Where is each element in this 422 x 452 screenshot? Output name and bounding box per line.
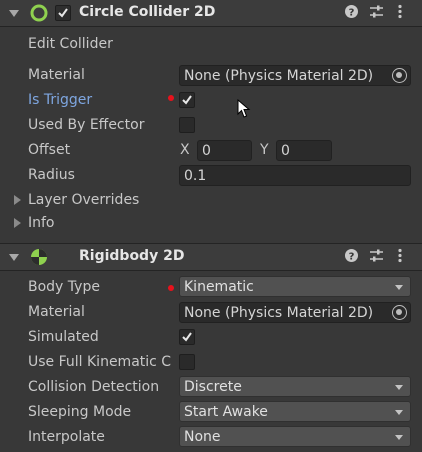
cursor-icon [237,99,251,118]
radius-value: 0.1 [184,168,207,184]
chevron-down-icon [395,435,403,440]
interpolate-dropdown[interactable]: None [179,426,411,447]
help-icon[interactable]: ? [344,4,359,19]
material-field[interactable]: None (Physics Material 2D) [179,65,411,86]
chevron-down-icon [395,410,403,415]
interpolate-value: None [184,429,221,445]
offset-x-label: X [180,142,190,158]
use-full-kinematic-label: Use Full Kinematic C [28,354,172,370]
presets-icon[interactable] [369,248,384,263]
body-type-value: Kinematic [184,279,254,295]
foldout-icon[interactable] [9,254,19,261]
offset-x-value: 0 [202,143,211,159]
is-trigger-label: Is Trigger [28,92,93,108]
is-trigger-checkbox[interactable] [179,92,195,108]
body-type-dropdown[interactable]: Kinematic [179,276,411,297]
collision-detection-value: Discrete [184,379,242,395]
circle-collider-enabled-checkbox[interactable] [55,5,71,21]
info-label[interactable]: Info [28,213,55,233]
offset-y-field[interactable]: 0 [276,140,332,161]
object-picker-icon[interactable] [392,68,407,83]
sleeping-mode-label: Sleeping Mode [28,404,132,420]
collision-detection-dropdown[interactable]: Discrete [179,376,411,397]
info-foldout-icon[interactable] [14,218,21,228]
sleeping-mode-value: Start Awake [184,404,268,420]
offset-y-value: 0 [281,143,290,159]
rb-material-field[interactable]: None (Physics Material 2D) [179,302,411,323]
rb-material-label: Material [28,304,85,320]
foldout-icon[interactable] [9,10,19,17]
circle-collider-icon [30,4,48,22]
edit-collider-button[interactable]: Edit Collider [28,34,113,54]
override-indicator [168,95,174,101]
rb-material-value: None (Physics Material 2D) [184,305,374,321]
chevron-down-icon [395,385,403,390]
override-indicator [168,285,174,291]
simulated-checkbox[interactable] [179,329,195,345]
rigidbody-header[interactable]: Rigidbody 2D ? [0,243,422,271]
used-by-effector-label: Used By Effector [28,117,145,133]
collision-detection-label: Collision Detection [28,379,160,395]
radius-label: Radius [28,167,75,183]
menu-icon[interactable] [396,4,404,19]
body-type-label: Body Type [28,279,100,295]
circle-collider-title: Circle Collider 2D [79,4,216,20]
material-value: None (Physics Material 2D) [184,68,374,84]
use-full-kinematic-checkbox[interactable] [179,354,195,370]
rigidbody-icon [31,249,47,265]
radius-field[interactable]: 0.1 [179,165,411,186]
svg-text:?: ? [349,252,355,263]
rigidbody-title: Rigidbody 2D [79,248,185,264]
svg-text:?: ? [349,8,355,19]
offset-label: Offset [28,142,71,158]
presets-icon[interactable] [369,4,384,19]
chevron-down-icon [395,285,403,290]
circle-collider-header[interactable]: Circle Collider 2D ? [0,0,422,27]
menu-icon[interactable] [396,248,404,263]
help-icon[interactable]: ? [344,248,359,263]
offset-x-field[interactable]: 0 [197,140,252,161]
offset-y-label: Y [260,142,269,158]
layer-overrides-label[interactable]: Layer Overrides [28,190,139,210]
material-label: Material [28,67,85,83]
layer-overrides-foldout-icon[interactable] [14,195,21,205]
simulated-label: Simulated [28,329,99,345]
sleeping-mode-dropdown[interactable]: Start Awake [179,401,411,422]
used-by-effector-checkbox[interactable] [179,117,195,133]
object-picker-icon[interactable] [392,305,407,320]
interpolate-label: Interpolate [28,429,105,445]
